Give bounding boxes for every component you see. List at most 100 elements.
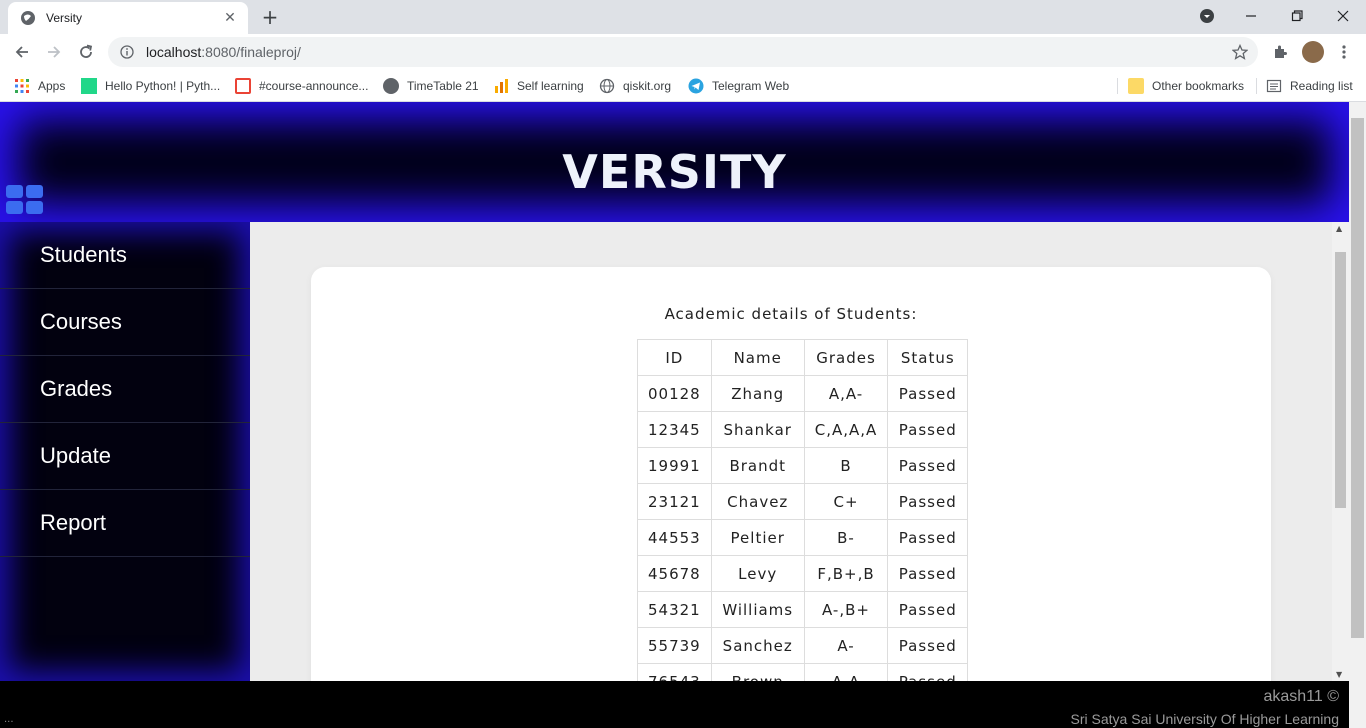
sidebar-item-courses[interactable]: Courses [0, 289, 250, 356]
menu-kebab-icon[interactable] [1334, 42, 1354, 62]
cell-status: Passed [887, 411, 969, 448]
cell-id: 12345 [637, 411, 712, 448]
tab-strip: Versity ✕ + [0, 0, 1366, 34]
footer-author: akash11 © [1263, 688, 1339, 705]
cell-status: Passed [887, 483, 969, 520]
column-header-status: Status [887, 339, 969, 376]
extensions-icon[interactable] [1270, 42, 1290, 62]
cell-name: Chavez [710, 483, 805, 520]
minimize-button[interactable] [1228, 0, 1274, 32]
avatar[interactable] [1302, 41, 1324, 63]
reading-list-icon [1266, 79, 1282, 93]
content-scrollbar-thumb[interactable] [1335, 252, 1346, 508]
table-row: 54321 Williams A-,B+ Passed [637, 591, 969, 628]
column-header-grades: Grades [803, 339, 889, 376]
analytics-icon [495, 79, 508, 93]
scroll-up-icon[interactable]: ▲ [1336, 224, 1342, 233]
reload-icon[interactable] [76, 42, 96, 62]
bookmark-qiskit[interactable]: qiskit.org [599, 75, 671, 97]
window-scrollbar-thumb[interactable] [1351, 118, 1364, 638]
dashboard-grid-icon[interactable] [6, 185, 44, 215]
timetable-icon [383, 78, 399, 94]
bookmarks-bar: Apps Hello Python! | Pyth... #course-ann… [0, 70, 1366, 102]
cell-grades: B [803, 447, 889, 484]
column-header-name: Name [710, 339, 805, 376]
address-bar[interactable]: localhost:8080/finaleproj/ [108, 37, 1258, 67]
table-row: 76543BrownA,APassed [637, 663, 969, 681]
telegram-icon [688, 78, 704, 94]
cell-name: Zhang [710, 375, 805, 412]
forward-icon[interactable] [44, 42, 64, 62]
folder-icon [1128, 78, 1144, 94]
bookmark-timetable[interactable]: TimeTable 21 [383, 75, 479, 97]
sidebar-item-update[interactable]: Update [0, 423, 250, 490]
table-row: 12345 Shankar C,A,A,A Passed [637, 411, 969, 448]
pycharm-icon [81, 78, 97, 94]
new-tab-button[interactable]: + [258, 6, 282, 28]
bookmark-self-learning[interactable]: Self learning [493, 75, 584, 97]
bookmark-other[interactable]: Other bookmarks [1128, 75, 1244, 97]
cell-grades: A-,B+ [803, 591, 889, 628]
sidebar-item-students[interactable]: Students [0, 222, 250, 289]
content-scrollbar[interactable]: ▲ ▼ [1332, 222, 1349, 681]
cell-name: Sanchez [710, 627, 805, 664]
bookmark-star-icon[interactable] [1232, 44, 1248, 60]
cell-name: Williams [710, 591, 805, 628]
cell-id: 55739 [637, 627, 712, 664]
students-table: ID Name Grades Status 00128 Zhang A,A- Pass… [637, 339, 969, 681]
tab-title: Versity [46, 11, 83, 25]
close-window-button[interactable] [1320, 0, 1366, 32]
cell-id: 54321 [637, 591, 712, 628]
bookmark-telegram[interactable]: Telegram Web [688, 75, 789, 97]
site-header: VERSITY [0, 102, 1349, 222]
bookmarks-divider [1256, 78, 1257, 94]
cell-id: 19991 [637, 447, 712, 484]
cell-grades: A,A- [803, 375, 889, 412]
profile-menu-icon[interactable] [1184, 0, 1230, 32]
bookmark-course-announce[interactable]: #course-announce... [235, 75, 368, 97]
cell-id: 44553 [637, 519, 712, 556]
cell-status: Passed [887, 375, 969, 412]
cell-grades: C,A,A,A [803, 411, 889, 448]
table-row: 19991 Brandt B Passed [637, 447, 969, 484]
cell-id: 76543 [637, 663, 712, 681]
cell-name: Brown [710, 663, 805, 681]
content-card: Academic details of Students: ID Name Gr… [311, 267, 1271, 681]
cell-id: 45678 [637, 555, 712, 592]
url-text: localhost:8080/finaleproj/ [146, 44, 301, 60]
footer-dots: ... [4, 714, 14, 725]
close-tab-icon[interactable]: ✕ [222, 10, 238, 26]
apps-grid-icon [15, 79, 29, 93]
bookmark-reading-list[interactable]: Reading list [1266, 75, 1353, 97]
table-row: 44553 Peltier B- Passed [637, 519, 969, 556]
sidebar: Students Courses Grades Update Report [0, 222, 250, 681]
table-row: 00128 Zhang A,A- Passed [637, 375, 969, 412]
table-row: 45678 Levy F,B+,B Passed [637, 555, 969, 592]
scroll-down-icon[interactable]: ▼ [1336, 670, 1342, 679]
bookmarks-divider [1117, 78, 1118, 94]
globe-icon [599, 78, 615, 94]
cell-status: Passed [887, 447, 969, 484]
info-icon[interactable] [120, 45, 134, 59]
page-viewport: VERSITY Students Courses Grades Update R… [0, 102, 1349, 681]
cell-status: Passed [887, 627, 969, 664]
back-icon[interactable] [12, 42, 32, 62]
cell-id: 00128 [637, 375, 712, 412]
window-scrollbar[interactable] [1349, 102, 1366, 728]
cell-status: Passed [887, 519, 969, 556]
sidebar-item-grades[interactable]: Grades [0, 356, 250, 423]
tab-versity[interactable]: Versity ✕ [8, 2, 248, 34]
cell-name: Shankar [710, 411, 805, 448]
cell-id: 23121 [637, 483, 712, 520]
sidebar-item-report[interactable]: Report [0, 490, 250, 557]
cell-grades: B- [803, 519, 889, 556]
bookmark-apps[interactable]: Apps [14, 75, 65, 97]
cell-grades: C+ [803, 483, 889, 520]
bookmark-hello-python[interactable]: Hello Python! | Pyth... [81, 75, 220, 97]
gmail-icon [235, 78, 251, 94]
cell-status: Passed [887, 591, 969, 628]
site-title: VERSITY [562, 145, 787, 199]
footer-university: Sri Satya Sai University Of Higher Learn… [1070, 711, 1339, 727]
restore-button[interactable] [1274, 0, 1320, 32]
table-header-row: ID Name Grades Status [637, 339, 969, 376]
